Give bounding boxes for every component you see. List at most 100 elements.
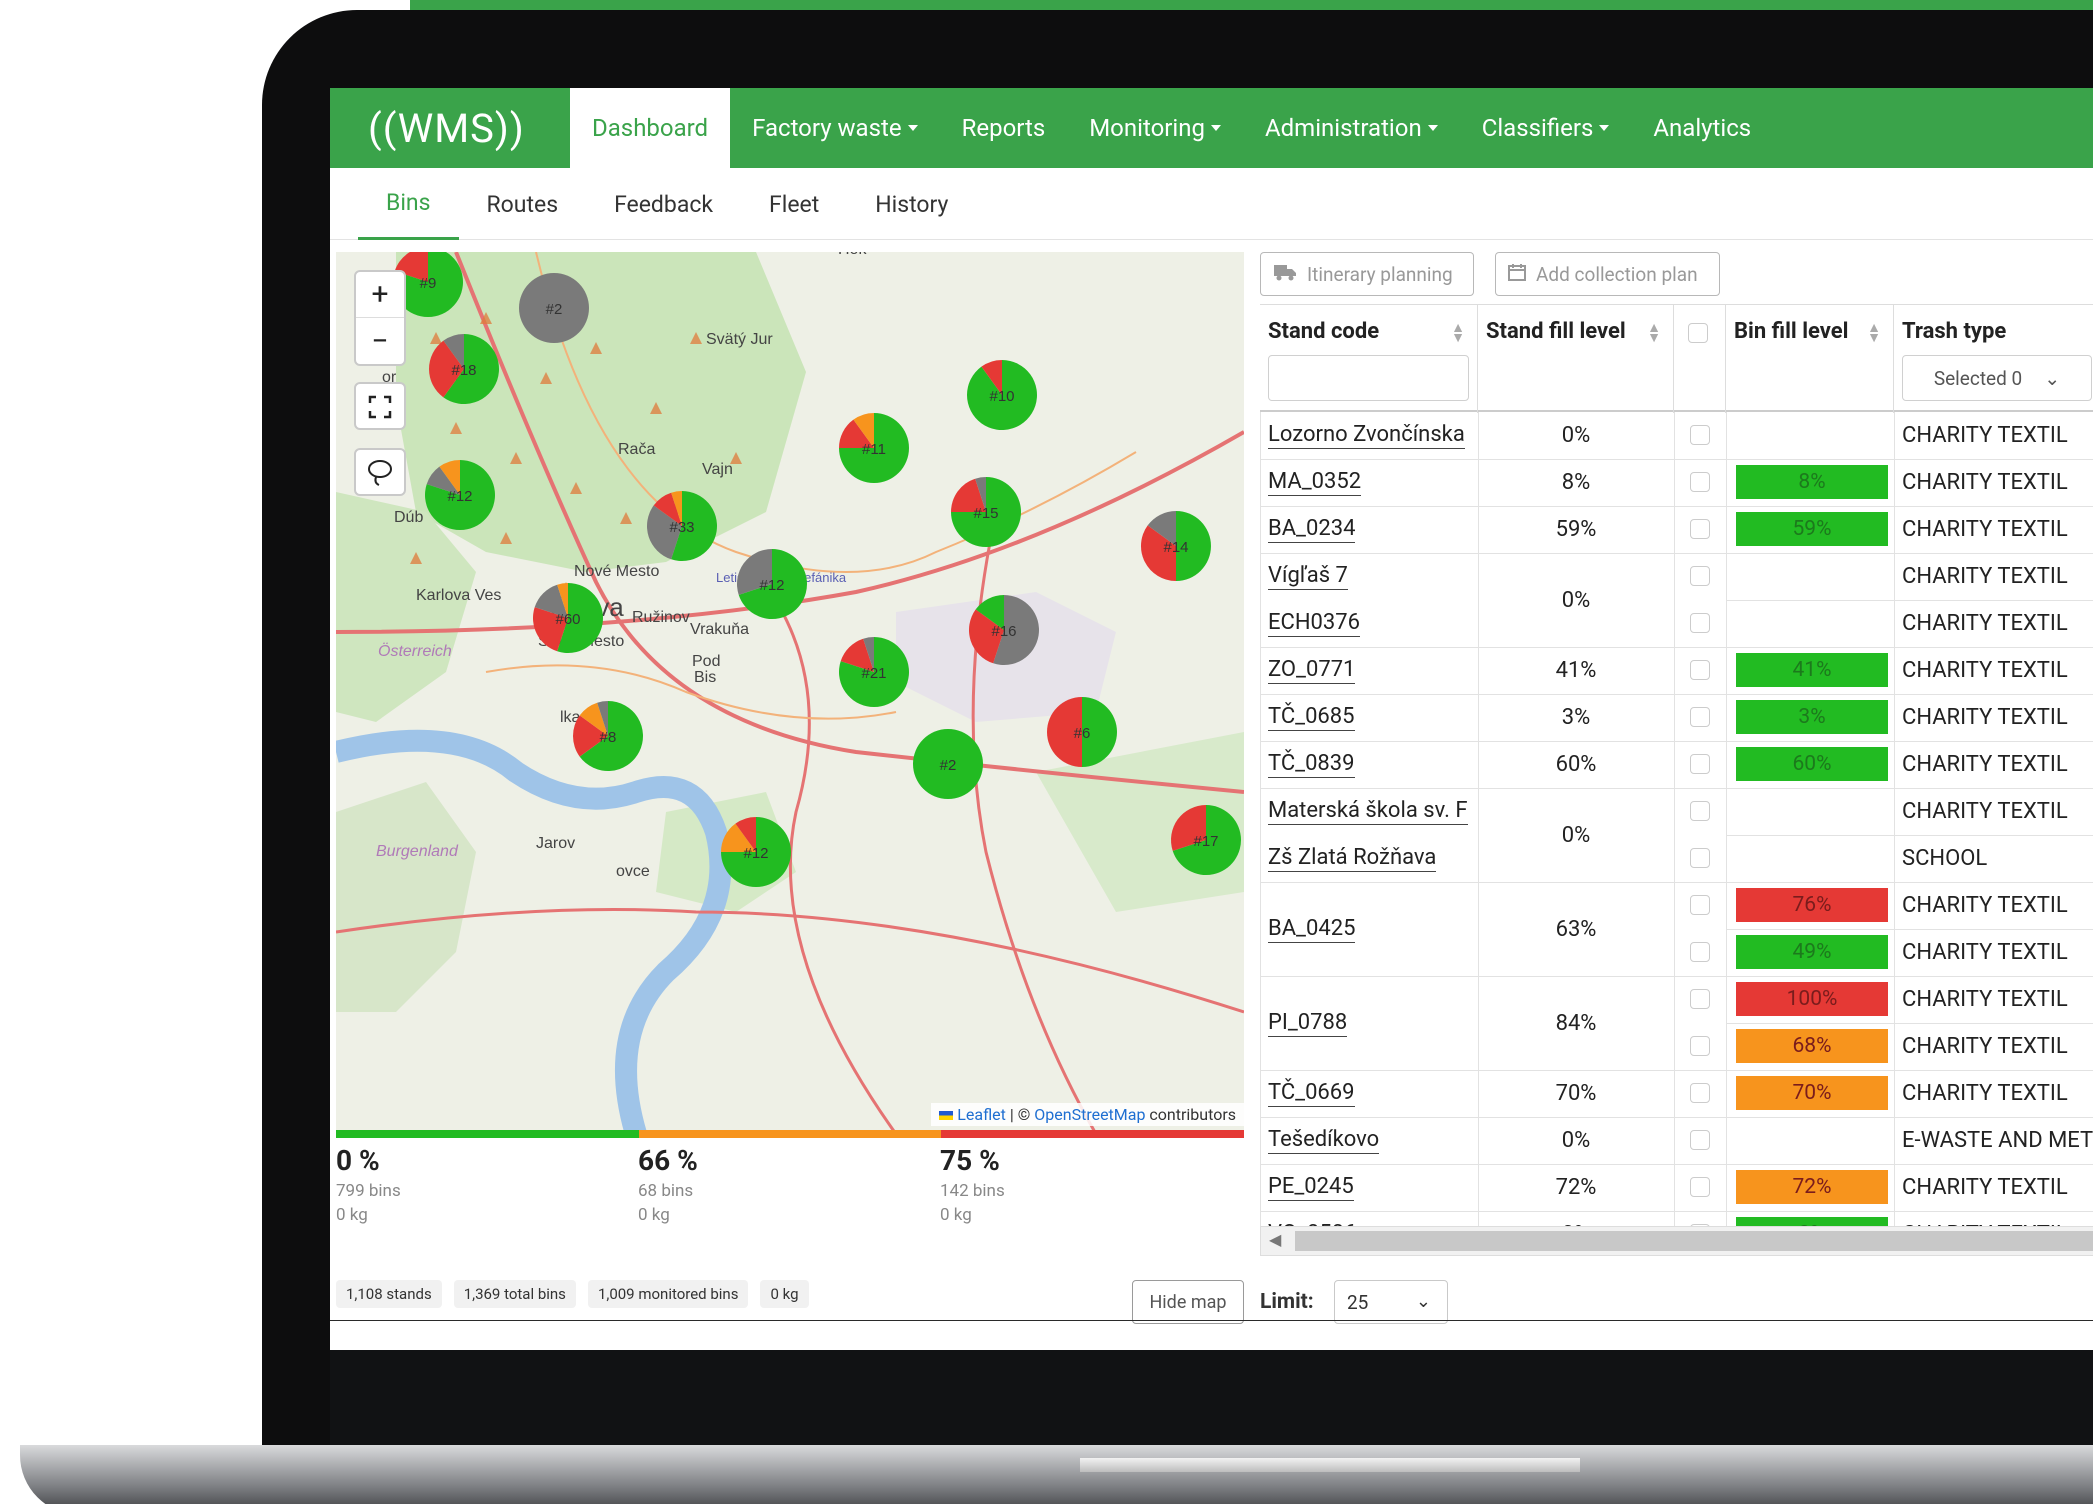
osm-link[interactable]: OpenStreetMap bbox=[1034, 1105, 1145, 1124]
limit-select[interactable]: 25 ⌄ bbox=[1334, 1280, 1448, 1324]
stand-code-link[interactable]: MA_0352 bbox=[1268, 469, 1362, 496]
stand-code-cell[interactable]: TČ_0685 bbox=[1268, 694, 1355, 741]
table-row[interactable]: Tešedíkovo 0% E-WASTE AND MET bbox=[1260, 1117, 2093, 1164]
select-all-checkbox[interactable] bbox=[1688, 323, 1708, 343]
bin-row-checkbox[interactable] bbox=[1690, 942, 1710, 962]
nav-dashboard[interactable]: Dashboard bbox=[570, 88, 731, 168]
bin-cluster-marker[interactable]: #17 bbox=[1171, 805, 1241, 876]
nav-reports[interactable]: Reports bbox=[940, 88, 1068, 168]
bin-cluster-marker[interactable]: #14 bbox=[1141, 511, 1211, 581]
bin-row-checkbox[interactable] bbox=[1690, 801, 1710, 821]
bin-clusters[interactable]: #9 #2 #18 #10 #11 #12 #33 #15 #14 #12 #60 #16 #21 #6 #… bbox=[336, 252, 1244, 1134]
stand-code-cell[interactable]: ZO_0771 bbox=[1268, 647, 1356, 694]
bin-row-checkbox[interactable] bbox=[1690, 989, 1710, 1009]
stand-code-link[interactable]: TČ_0839 bbox=[1268, 751, 1355, 778]
nav-administration[interactable]: Administration bbox=[1243, 88, 1460, 168]
col-bin-fill[interactable]: Bin fill level ▲ ▼ bbox=[1726, 305, 1894, 413]
stand-code-link[interactable]: Zš Zlatá Rožňava bbox=[1268, 845, 1437, 872]
bin-cluster-marker[interactable]: #2 bbox=[913, 729, 983, 799]
add-collection-plan-button[interactable]: Add collection plan bbox=[1495, 252, 1720, 296]
tab-fleet[interactable]: Fleet bbox=[741, 168, 847, 240]
sort-icon[interactable]: ▲ ▼ bbox=[1451, 321, 1465, 345]
stand-code-cell[interactable]: ECH0376 bbox=[1268, 600, 1360, 647]
bin-cluster-marker[interactable]: #16 bbox=[969, 595, 1039, 665]
table-row[interactable]: TČ_0839 60% 60% CHARITY TEXTIL bbox=[1260, 741, 2093, 788]
lasso-select-button[interactable] bbox=[354, 448, 406, 496]
table-row[interactable]: Lozorno Zvončínska 0% CHARITY TEXTIL bbox=[1260, 412, 2093, 459]
bin-cluster-marker[interactable]: #12 bbox=[721, 817, 791, 887]
bin-cluster-marker[interactable]: #11 bbox=[839, 413, 909, 483]
stand-code-link[interactable]: TČ_0669 bbox=[1268, 1080, 1355, 1107]
bin-row-checkbox[interactable] bbox=[1690, 895, 1710, 915]
table-row[interactable]: PI_0788 84% 100% CHARITY TEXTIL 68% CHARITY T… bbox=[1260, 976, 2093, 1070]
itinerary-planning-button[interactable]: Itinerary planning bbox=[1260, 252, 1474, 296]
stand-code-cell[interactable]: BA_0425 bbox=[1268, 882, 1356, 976]
stand-code-link[interactable]: TČ_0685 bbox=[1268, 704, 1355, 731]
table-row[interactable]: BA_0425 63% 76% CHARITY TEXTIL 49% CHARITY TE… bbox=[1260, 882, 2093, 976]
stand-code-cell[interactable]: PE_0245 bbox=[1268, 1164, 1354, 1211]
stand-code-filter-input[interactable] bbox=[1268, 355, 1469, 401]
trash-type-filter-select[interactable]: Selected 0 ⌄ bbox=[1902, 355, 2092, 401]
table-row[interactable]: TČ_0685 3% 3% CHARITY TEXTIL bbox=[1260, 694, 2093, 741]
stand-code-cell[interactable]: PI_0788 bbox=[1268, 976, 1348, 1070]
bin-cluster-marker[interactable]: #10 bbox=[967, 360, 1037, 430]
tab-routes[interactable]: Routes bbox=[459, 168, 587, 240]
bin-row-checkbox[interactable] bbox=[1690, 660, 1710, 680]
bin-row-checkbox[interactable] bbox=[1690, 1130, 1710, 1150]
table-row[interactable]: MA_0352 8% 8% CHARITY TEXTIL bbox=[1260, 459, 2093, 506]
stand-code-cell[interactable]: TČ_0839 bbox=[1268, 741, 1355, 788]
zoom-out-button[interactable]: − bbox=[356, 318, 404, 364]
stand-code-cell[interactable]: VO_0506 bbox=[1268, 1211, 1356, 1226]
tab-bins[interactable]: Bins bbox=[358, 168, 459, 240]
bin-cluster-marker[interactable]: #12 bbox=[425, 460, 495, 530]
stand-code-link[interactable]: Materská škola sv. F bbox=[1268, 798, 1468, 825]
scrollbar-thumb[interactable] bbox=[1295, 1231, 2093, 1251]
sort-icon[interactable]: ▲ ▼ bbox=[1867, 321, 1881, 345]
app-logo[interactable]: ((WMS)) bbox=[330, 105, 570, 152]
bin-row-checkbox[interactable] bbox=[1690, 1177, 1710, 1197]
bin-cluster-marker[interactable]: #18 bbox=[429, 334, 499, 404]
bin-row-checkbox[interactable] bbox=[1690, 754, 1710, 774]
bin-row-checkbox[interactable] bbox=[1690, 425, 1710, 445]
fullscreen-button[interactable] bbox=[354, 382, 406, 430]
scroll-left-icon[interactable]: ◀ bbox=[1269, 1230, 1281, 1249]
col-stand-fill[interactable]: Stand fill level ▲ ▼ bbox=[1478, 305, 1674, 413]
table-row[interactable]: PE_0245 72% 72% CHARITY TEXTIL bbox=[1260, 1164, 2093, 1211]
stand-code-link[interactable]: PI_0788 bbox=[1268, 1010, 1348, 1037]
nav-analytics[interactable]: Analytics bbox=[1631, 88, 1773, 168]
bin-row-checkbox[interactable] bbox=[1690, 472, 1710, 492]
stand-code-link[interactable]: Tešedíkovo bbox=[1268, 1127, 1380, 1154]
stand-code-cell[interactable]: Materská škola sv. F bbox=[1268, 788, 1468, 835]
table-row[interactable]: Materská škola sv. F Zš Zlatá Rožňava 0% CH… bbox=[1260, 788, 2093, 882]
table-row[interactable]: TČ_0669 70% 70% CHARITY TEXTIL bbox=[1260, 1070, 2093, 1117]
stand-code-link[interactable]: Lozorno Zvončínska bbox=[1268, 422, 1465, 449]
bin-cluster-marker[interactable]: #15 bbox=[951, 477, 1021, 547]
sort-icon[interactable]: ▲ ▼ bbox=[1647, 321, 1661, 345]
bin-row-checkbox[interactable] bbox=[1690, 848, 1710, 868]
table-row[interactable]: ZO_0771 41% 41% CHARITY TEXTIL bbox=[1260, 647, 2093, 694]
stand-code-cell[interactable]: BA_0234 bbox=[1268, 506, 1356, 553]
stand-code-cell[interactable]: Tešedíkovo bbox=[1268, 1117, 1380, 1164]
bin-cluster-marker[interactable]: #2 bbox=[519, 273, 589, 343]
bin-row-checkbox[interactable] bbox=[1690, 707, 1710, 727]
bin-cluster-marker[interactable]: #21 bbox=[839, 637, 909, 707]
bin-cluster-marker[interactable]: #33 bbox=[647, 491, 717, 561]
stand-code-link[interactable]: PE_0245 bbox=[1268, 1174, 1354, 1201]
stand-code-link[interactable]: Vígľaš 7 bbox=[1268, 563, 1348, 590]
stand-code-cell[interactable]: Vígľaš 7 bbox=[1268, 553, 1348, 600]
stand-code-link[interactable]: ECH0376 bbox=[1268, 610, 1360, 637]
bin-cluster-marker[interactable]: #6 bbox=[1047, 697, 1117, 767]
stand-code-cell[interactable]: MA_0352 bbox=[1268, 459, 1362, 506]
stand-code-link[interactable]: ZO_0771 bbox=[1268, 657, 1356, 684]
bin-cluster-marker[interactable]: #60 bbox=[533, 583, 603, 653]
stand-code-link[interactable]: BA_0234 bbox=[1268, 516, 1356, 543]
zoom-in-button[interactable]: + bbox=[356, 272, 404, 318]
leaflet-link[interactable]: Leaflet bbox=[957, 1105, 1006, 1124]
tab-history[interactable]: History bbox=[847, 168, 976, 240]
table-row[interactable]: VO_0506 0% 0% CHARITY TEXTIL bbox=[1260, 1211, 2093, 1226]
table-horizontal-scrollbar[interactable]: ◀ bbox=[1260, 1226, 2093, 1256]
col-stand-code[interactable]: Stand code ▲ ▼ bbox=[1260, 305, 1478, 413]
nav-factory-waste[interactable]: Factory waste bbox=[730, 88, 940, 168]
bin-row-checkbox[interactable] bbox=[1690, 1036, 1710, 1056]
nav-classifiers[interactable]: Classifiers bbox=[1460, 88, 1632, 168]
